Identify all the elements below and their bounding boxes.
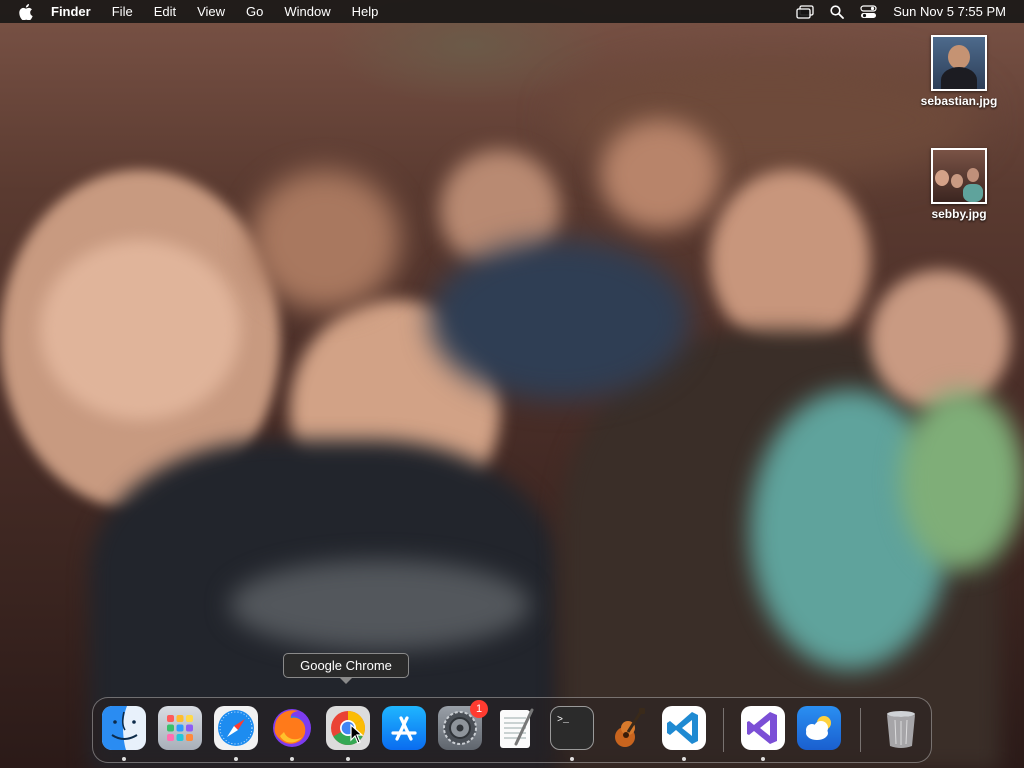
dock-terminal[interactable]: >_: [550, 706, 594, 750]
screen-mirroring-icon[interactable]: [796, 4, 814, 19]
dock-separator: [860, 708, 861, 752]
visual-studio-icon: [747, 712, 777, 744]
menu-file[interactable]: File: [112, 0, 133, 23]
running-indicator: [761, 757, 765, 761]
dock: 1 >_: [92, 697, 932, 763]
desktop-file-sebastian[interactable]: sebastian.jpg: [914, 35, 1004, 108]
dock-app-store[interactable]: [382, 706, 426, 750]
terminal-icon: >_: [557, 715, 570, 726]
dock-trash[interactable]: [879, 706, 923, 750]
desktop-file-label: sebastian.jpg: [920, 94, 998, 108]
dock-vscode[interactable]: [662, 706, 706, 750]
image-file-icon: [931, 148, 987, 204]
dock-safari[interactable]: [214, 706, 258, 750]
menu-app-name[interactable]: Finder: [51, 0, 91, 23]
menu-bar-extras: Sun Nov 5 7:55 PM: [796, 0, 1024, 23]
dock-firefox[interactable]: [270, 706, 314, 750]
image-file-icon: [931, 35, 987, 91]
dock-weather[interactable]: [797, 706, 841, 750]
running-indicator: [122, 757, 126, 761]
apple-menu-icon[interactable]: [18, 3, 33, 20]
menu-help[interactable]: Help: [352, 0, 379, 23]
weather-icon: [806, 716, 831, 740]
dock-visual-studio[interactable]: [741, 706, 785, 750]
app-store-icon: [391, 716, 417, 741]
dock-system-settings[interactable]: 1: [438, 700, 488, 750]
menu-edit[interactable]: Edit: [154, 0, 176, 23]
firefox-icon: [273, 709, 311, 747]
running-indicator: [570, 757, 574, 761]
dock-garageband[interactable]: [606, 706, 650, 750]
textedit-icon: [500, 708, 534, 748]
desktop-file-sebby[interactable]: sebby.jpg: [914, 148, 1004, 221]
garageband-icon: [615, 708, 645, 747]
dock-finder[interactable]: [102, 706, 146, 750]
running-indicator: [346, 757, 350, 761]
spotlight-search-icon[interactable]: [830, 4, 845, 19]
menu-view[interactable]: View: [197, 0, 225, 23]
dock-textedit[interactable]: [494, 706, 538, 750]
trash-icon: [887, 711, 915, 748]
dock-tooltip: Google Chrome: [283, 653, 409, 684]
menu-window[interactable]: Window: [284, 0, 330, 23]
menu-go[interactable]: Go: [246, 0, 263, 23]
menu-bar-clock[interactable]: Sun Nov 5 7:55 PM: [893, 4, 1006, 19]
launchpad-icon: [167, 715, 193, 741]
control-center-icon[interactable]: [860, 4, 877, 19]
finder-icon: [102, 706, 146, 750]
safari-icon: [214, 706, 258, 750]
menu-bar: Finder File Edit View Go Window Help Sun…: [0, 0, 1024, 23]
svg-text:>_: >_: [557, 715, 570, 726]
mouse-pointer-icon: [350, 724, 364, 744]
dock-launchpad[interactable]: [158, 706, 202, 750]
desktop-file-label: sebby.jpg: [931, 207, 987, 221]
vscode-icon: [667, 712, 698, 744]
running-indicator: [290, 757, 294, 761]
running-indicator: [682, 757, 686, 761]
desktop-wallpaper: [0, 0, 1024, 768]
running-indicator: [234, 757, 238, 761]
dock-separator: [723, 708, 724, 752]
notification-badge: 1: [470, 700, 488, 718]
